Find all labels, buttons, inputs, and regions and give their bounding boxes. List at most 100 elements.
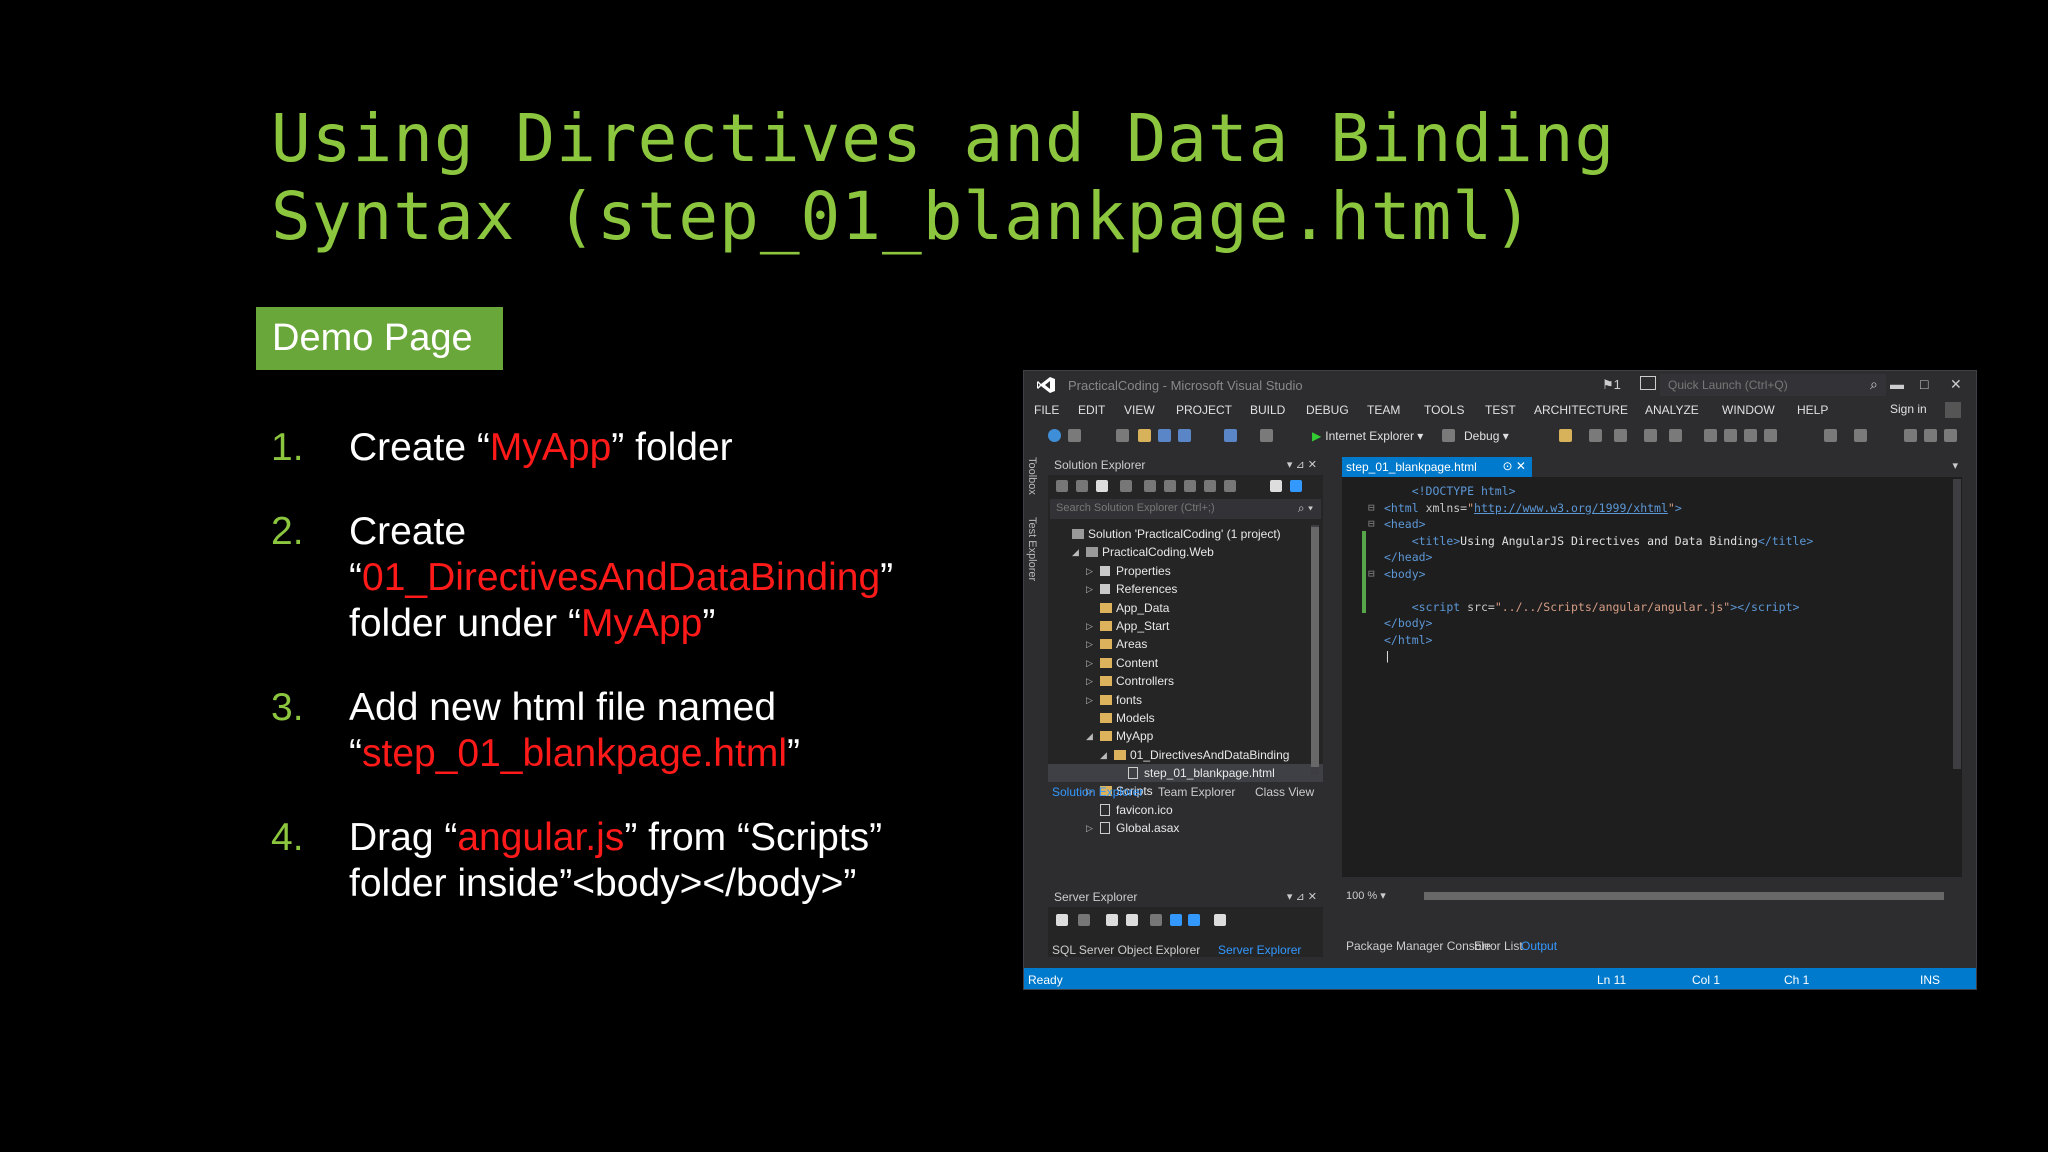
collapsed-arrow-icon[interactable]: ▷ xyxy=(1086,672,1093,690)
refresh-icon[interactable] xyxy=(1056,914,1068,926)
menu-window[interactable]: WINDOW xyxy=(1722,403,1775,417)
clear-bookmarks-icon[interactable] xyxy=(1764,429,1777,442)
show-all-files-icon[interactable] xyxy=(1204,480,1216,492)
menu-file[interactable]: FILE xyxy=(1034,403,1059,417)
tree-item[interactable]: step_01_blankpage.html xyxy=(1048,764,1323,783)
forward-icon[interactable] xyxy=(1076,480,1088,492)
open-file-icon[interactable] xyxy=(1138,429,1151,442)
toolbar-icon[interactable] xyxy=(1924,429,1937,442)
sync-icon[interactable] xyxy=(1144,480,1156,492)
collapsed-arrow-icon[interactable]: ▷ xyxy=(1086,580,1093,598)
save-all-icon[interactable] xyxy=(1178,429,1191,442)
refresh-icon[interactable] xyxy=(1164,480,1176,492)
tree-item[interactable]: ▷ App_Start xyxy=(1048,617,1323,635)
tab-solution-explorer[interactable]: Solution Explorer xyxy=(1052,785,1143,799)
expanded-arrow-icon[interactable]: ◢ xyxy=(1072,543,1079,561)
collapsed-arrow-icon[interactable]: ▷ xyxy=(1086,617,1093,635)
tree-item[interactable]: App_Data xyxy=(1048,599,1323,617)
menu-project[interactable]: PROJECT xyxy=(1176,403,1232,417)
solution-scrollbar-thumb[interactable] xyxy=(1311,527,1319,767)
properties-icon[interactable] xyxy=(1224,480,1236,492)
menu-help[interactable]: HELP xyxy=(1797,403,1828,417)
feedback-icon[interactable] xyxy=(1640,376,1656,390)
preview-icon[interactable] xyxy=(1290,480,1302,492)
editor-horizontal-scrollbar[interactable] xyxy=(1424,892,1944,900)
solution-explorer-search[interactable]: Search Solution Explorer (Ctrl+;) ⌕ ▾ xyxy=(1050,499,1321,519)
menu-tools[interactable]: TOOLS xyxy=(1424,403,1464,417)
tree-item[interactable]: ▷ Areas xyxy=(1048,635,1323,653)
home-icon[interactable] xyxy=(1096,480,1108,492)
configuration-dropdown[interactable]: Debug ▾ xyxy=(1464,429,1509,443)
collapsed-arrow-icon[interactable]: ▷ xyxy=(1086,691,1093,709)
tab-server-explorer[interactable]: Server Explorer xyxy=(1218,943,1301,957)
close-tab-icon[interactable]: ⊙ ✕ xyxy=(1503,459,1526,473)
tree-item[interactable]: ◢ PracticalCoding.Web xyxy=(1048,543,1323,561)
menu-debug[interactable]: DEBUG xyxy=(1306,403,1349,417)
filter-icon[interactable] xyxy=(1824,429,1837,442)
minimize-icon[interactable]: ▬ xyxy=(1890,376,1904,392)
collapsed-arrow-icon[interactable]: ▷ xyxy=(1086,654,1093,672)
screen-icon[interactable] xyxy=(1854,429,1867,442)
indent-icon[interactable] xyxy=(1644,429,1657,442)
user-avatar-icon[interactable] xyxy=(1945,402,1961,418)
menu-build[interactable]: BUILD xyxy=(1250,403,1285,417)
menu-view[interactable]: VIEW xyxy=(1124,403,1155,417)
toolbar-icon[interactable] xyxy=(1904,429,1917,442)
panel-controls[interactable]: ▾ ⊿ ✕ xyxy=(1287,458,1317,471)
panel-controls[interactable]: ▾ ⊿ ✕ xyxy=(1287,890,1317,903)
bookmark-icon[interactable] xyxy=(1704,429,1717,442)
forward-icon[interactable] xyxy=(1068,429,1081,442)
collapsed-arrow-icon[interactable]: ▷ xyxy=(1086,635,1093,653)
new-project-icon[interactable] xyxy=(1116,429,1129,442)
tab-class-view[interactable]: Class View xyxy=(1255,785,1314,799)
menu-team[interactable]: TEAM xyxy=(1367,403,1400,417)
expanded-arrow-icon[interactable]: ◢ xyxy=(1086,727,1093,745)
tab-error-list[interactable]: Error List xyxy=(1474,939,1523,953)
toolbox-tab[interactable]: Toolbox xyxy=(1026,457,1038,495)
tree-item[interactable]: Solution 'PracticalCoding' (1 project) xyxy=(1048,525,1323,543)
save-icon[interactable] xyxy=(1158,429,1171,442)
tree-item[interactable]: favicon.ico xyxy=(1048,801,1323,819)
tab-sql-server-object-explorer[interactable]: SQL Server Object Explorer xyxy=(1052,943,1200,957)
layout-icon[interactable] xyxy=(1614,429,1627,442)
notifications-flag-icon[interactable]: ⚑1 xyxy=(1602,377,1621,393)
expanded-arrow-icon[interactable]: ◢ xyxy=(1100,746,1107,764)
wrench-icon[interactable] xyxy=(1270,480,1282,492)
undo-icon[interactable] xyxy=(1224,429,1237,442)
tab-package-manager-console[interactable]: Package Manager Console xyxy=(1346,939,1491,953)
collapse-all-icon[interactable] xyxy=(1184,480,1196,492)
close-icon[interactable]: ✕ xyxy=(1950,376,1962,393)
prev-bookmark-icon[interactable] xyxy=(1724,429,1737,442)
start-debugging-button[interactable]: ▶ Internet Explorer ▾ xyxy=(1312,429,1423,443)
menu-edit[interactable]: EDIT xyxy=(1078,403,1105,417)
quick-launch-input[interactable]: Quick Launch (Ctrl+Q) xyxy=(1660,374,1886,396)
tab-team-explorer[interactable]: Team Explorer xyxy=(1158,785,1235,799)
menu-architecture[interactable]: ARCHITECTURE xyxy=(1534,403,1628,417)
collapsed-arrow-icon[interactable]: ▷ xyxy=(1086,819,1093,837)
tree-item[interactable]: ▷ Content xyxy=(1048,654,1323,672)
properties-icon[interactable] xyxy=(1214,914,1226,926)
editor-tab-active[interactable]: step_01_blankpage.html ⊙ ✕ xyxy=(1342,457,1532,477)
tree-item[interactable]: ◢ 01_DirectivesAndDataBinding xyxy=(1048,746,1323,764)
redo-icon[interactable] xyxy=(1260,429,1273,442)
menu-analyze[interactable]: ANALYZE xyxy=(1645,403,1699,417)
stop-icon[interactable] xyxy=(1078,914,1090,926)
delete-icon[interactable] xyxy=(1150,914,1162,926)
tree-item[interactable]: ▷ Controllers xyxy=(1048,672,1323,690)
test-explorer-tab[interactable]: Test Explorer xyxy=(1026,517,1038,581)
tab-list-icon[interactable]: ▾ xyxy=(1952,459,1958,472)
zoom-level[interactable]: 100 % ▾ xyxy=(1346,889,1386,902)
connect-database-icon[interactable] xyxy=(1106,914,1118,926)
azure-icon[interactable] xyxy=(1170,914,1182,926)
outdent-icon[interactable] xyxy=(1669,429,1682,442)
editor-vertical-scrollbar[interactable] xyxy=(1953,479,1961,769)
solution-configurations-icon[interactable] xyxy=(1589,429,1602,442)
maximize-icon[interactable]: □ xyxy=(1920,376,1928,392)
next-bookmark-icon[interactable] xyxy=(1744,429,1757,442)
toolbar-icon[interactable] xyxy=(1944,429,1957,442)
refresh-icon[interactable] xyxy=(1442,429,1455,442)
back-icon[interactable] xyxy=(1056,480,1068,492)
back-icon[interactable] xyxy=(1048,429,1061,442)
windows-icon[interactable] xyxy=(1188,914,1200,926)
tree-item[interactable]: ▷ Global.asax xyxy=(1048,819,1323,837)
